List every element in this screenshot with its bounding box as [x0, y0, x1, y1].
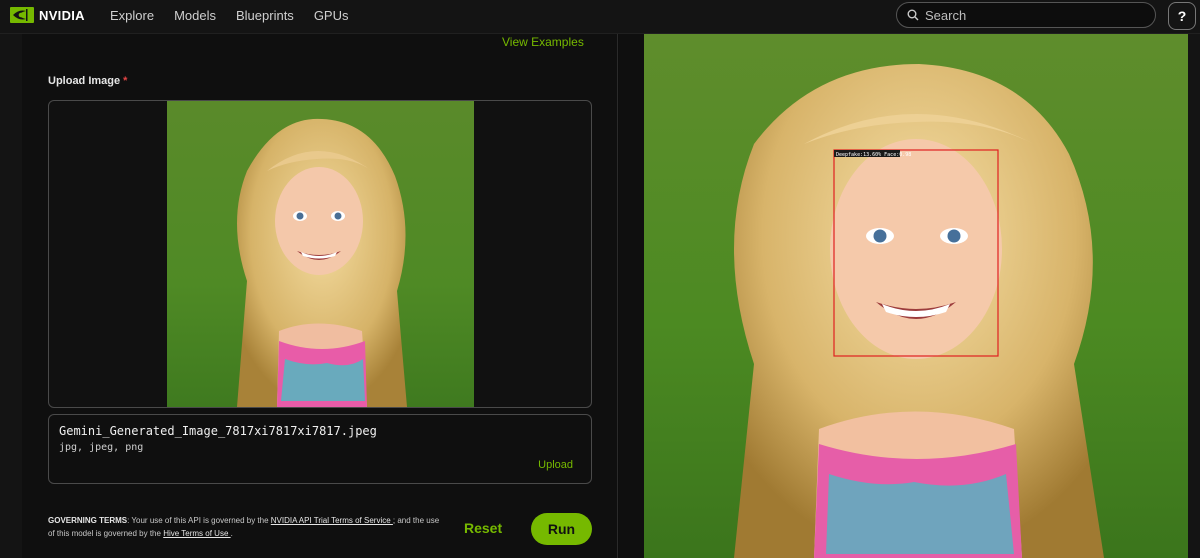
- view-examples-link[interactable]: View Examples: [502, 35, 584, 49]
- upload-image-label: Upload Image *: [48, 75, 127, 87]
- nvidia-eye-icon: [10, 7, 34, 23]
- nav-item-blueprints[interactable]: Blueprints: [236, 8, 294, 23]
- search-box[interactable]: [896, 2, 1156, 28]
- trial-terms-link[interactable]: NVIDIA API Trial Terms of Service: [271, 516, 393, 525]
- run-button[interactable]: Run: [531, 513, 592, 545]
- file-name: Gemini_Generated_Image_7817xi7817xi7817.…: [59, 424, 377, 438]
- required-marker: *: [123, 75, 128, 87]
- image-preview[interactable]: [48, 100, 592, 408]
- left-gutter: [0, 34, 22, 558]
- nvidia-logo[interactable]: NVIDIA: [10, 7, 85, 23]
- help-button[interactable]: ?: [1168, 2, 1196, 30]
- file-upload-area[interactable]: Gemini_Generated_Image_7817xi7817xi7817.…: [48, 414, 592, 484]
- main-nav: Explore Models Blueprints GPUs: [110, 8, 348, 23]
- upload-button[interactable]: Upload: [538, 459, 573, 471]
- uploaded-image-thumbnail: [167, 101, 474, 407]
- search-icon: [907, 9, 919, 21]
- hive-terms-link[interactable]: Hive Terms of Use: [163, 529, 230, 538]
- top-navigation-bar: NVIDIA Explore Models Blueprints GPUs ?: [0, 0, 1200, 34]
- detection-label: Deepfake:13.60% Face:0.98: [836, 152, 911, 158]
- terms-text-1: : Your use of this API is governed by th…: [127, 516, 271, 525]
- right-gutter: [1188, 34, 1200, 558]
- search-input[interactable]: [925, 7, 1125, 23]
- brand-name: NVIDIA: [39, 7, 85, 23]
- terms-heading: GOVERNING TERMS: [48, 516, 128, 525]
- terms-text-3: .: [230, 529, 233, 538]
- reset-button[interactable]: Reset: [464, 520, 502, 536]
- nav-item-explore[interactable]: Explore: [110, 8, 154, 23]
- nav-item-models[interactable]: Models: [174, 8, 216, 23]
- result-image: Deepfake:13.60% Face:0.98: [644, 34, 1188, 558]
- upload-image-label-text: Upload Image: [48, 75, 121, 87]
- nav-item-gpus[interactable]: GPUs: [314, 8, 349, 23]
- accepted-file-types: jpg, jpeg, png: [59, 442, 144, 453]
- governing-terms: GOVERNING TERMS: Your use of this API is…: [48, 514, 448, 540]
- input-panel: View Examples Upload Image * Gemini_Gene…: [22, 34, 618, 558]
- output-panel: Deepfake:13.60% Face:0.98: [619, 34, 1200, 558]
